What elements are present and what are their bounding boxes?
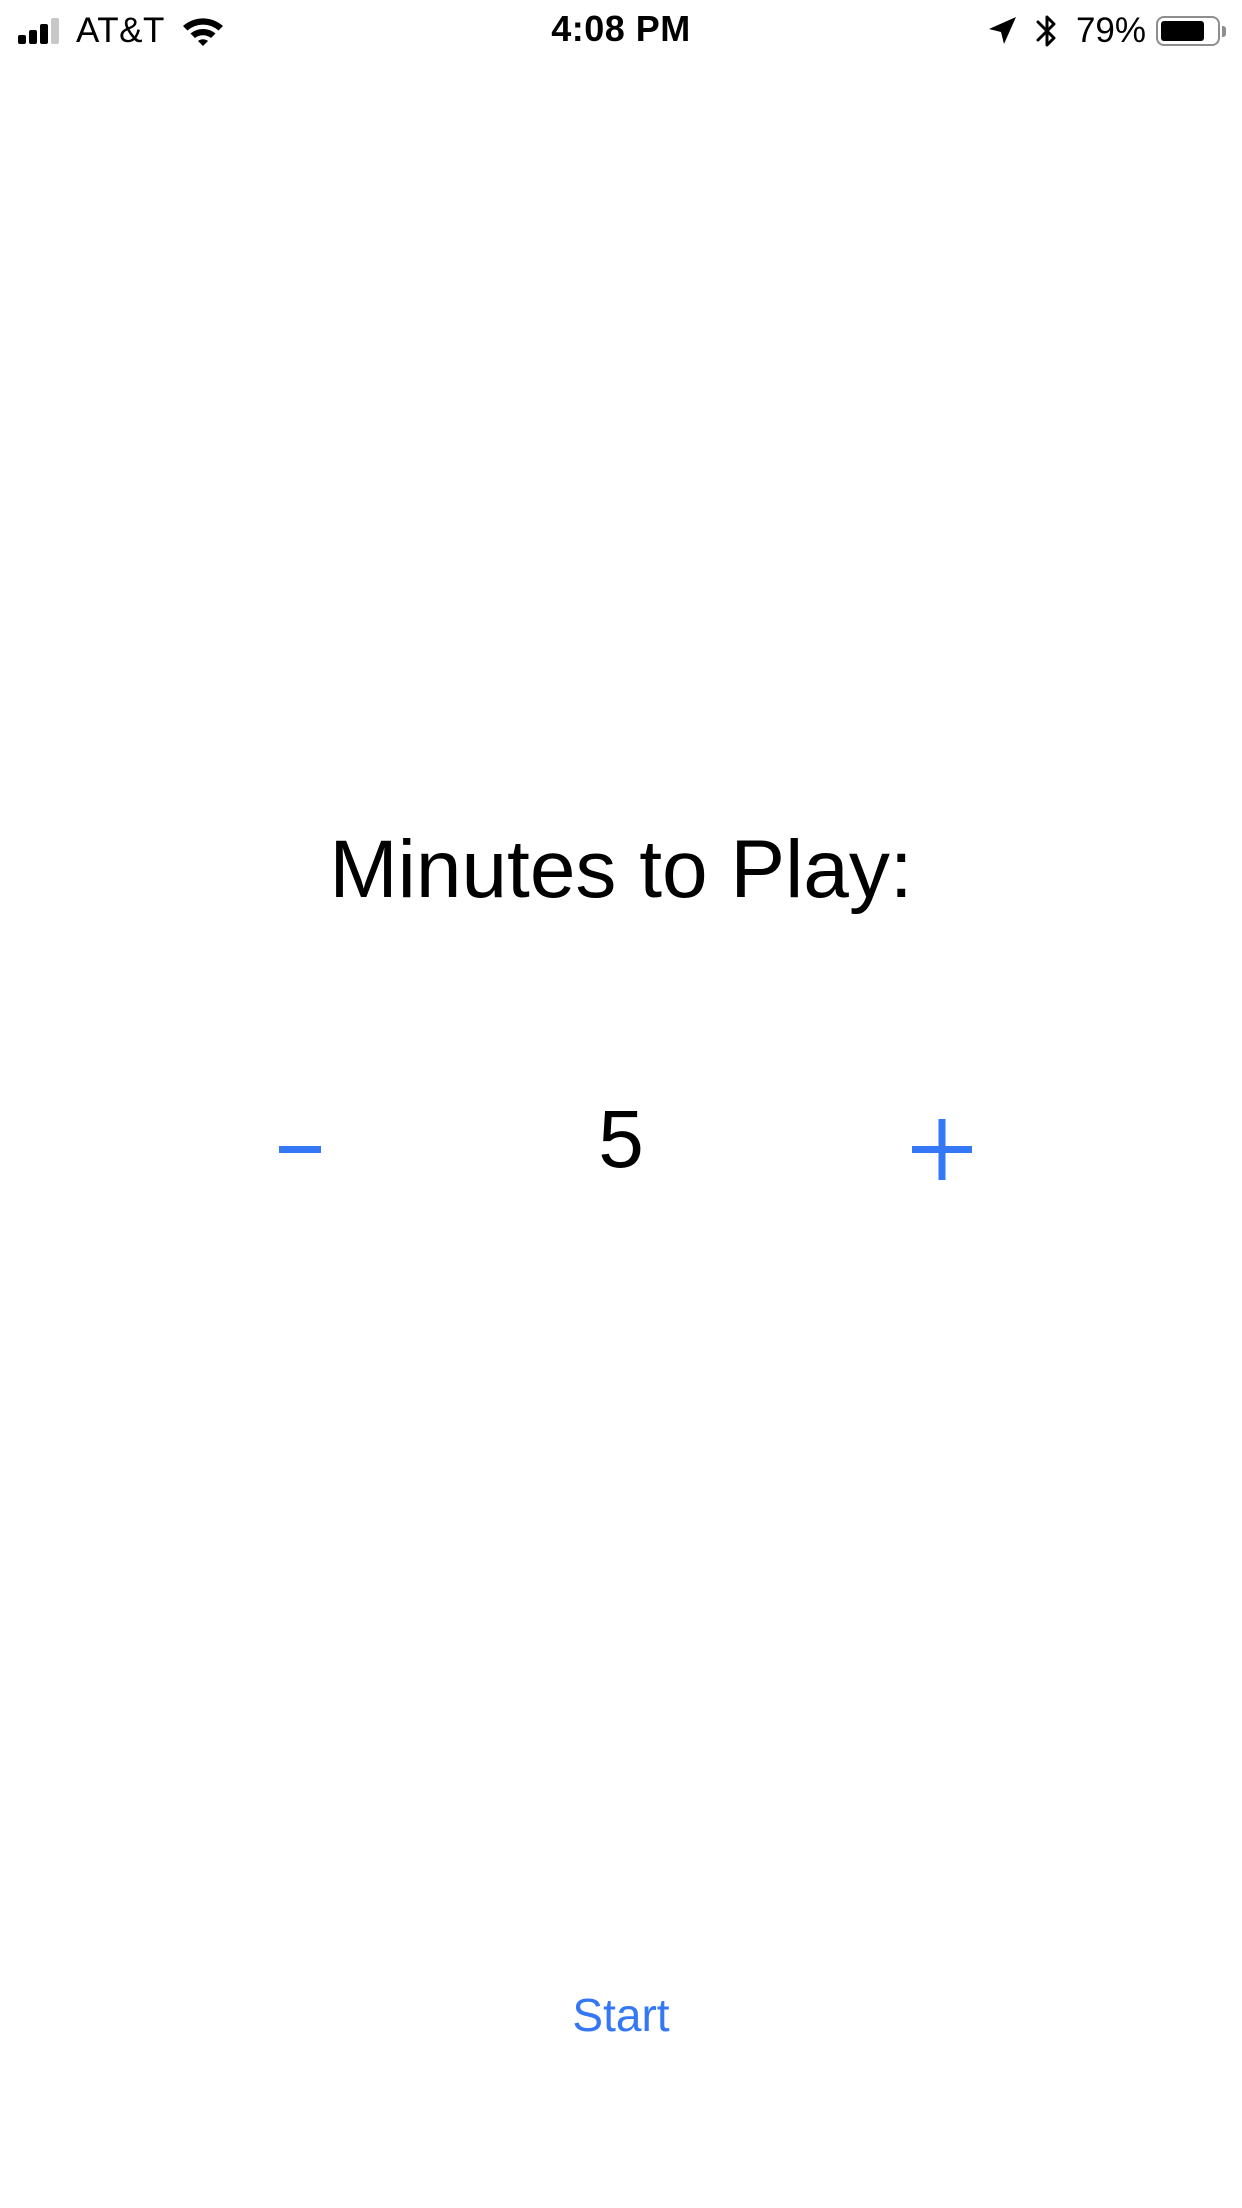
cellular-signal-icon	[18, 18, 62, 44]
battery-body	[1156, 16, 1220, 46]
battery-fill	[1161, 21, 1204, 41]
signal-bar	[29, 30, 37, 44]
clock: 4:08 PM	[551, 8, 691, 49]
signal-bar	[18, 35, 26, 44]
minutes-value-container: 5	[0, 1090, 1242, 1190]
minutes-value: 5	[598, 1094, 644, 1185]
wifi-icon	[182, 18, 223, 46]
status-bar-right: 79%	[986, 11, 1226, 51]
status-bar: AT&T 4:08 PM 79%	[0, 0, 1242, 62]
page-title: Minutes to Play:	[329, 824, 913, 915]
location-arrow-icon	[988, 17, 1016, 44]
signal-bar	[40, 24, 48, 44]
battery-percentage: 79%	[1075, 11, 1146, 50]
decrement-button[interactable]	[260, 1110, 340, 1190]
plus-icon	[912, 1119, 972, 1180]
carrier-name: AT&T	[76, 11, 165, 50]
signal-bar	[51, 18, 59, 44]
minus-icon	[279, 1146, 321, 1153]
status-bar-left: AT&T	[18, 11, 225, 50]
increment-button[interactable]	[902, 1110, 982, 1190]
minutes-stepper: 5	[0, 1090, 1242, 1190]
battery-tip	[1222, 25, 1226, 37]
start-button[interactable]: Start	[521, 1985, 721, 2045]
battery-icon	[1156, 16, 1226, 46]
bluetooth-icon	[1036, 15, 1056, 47]
